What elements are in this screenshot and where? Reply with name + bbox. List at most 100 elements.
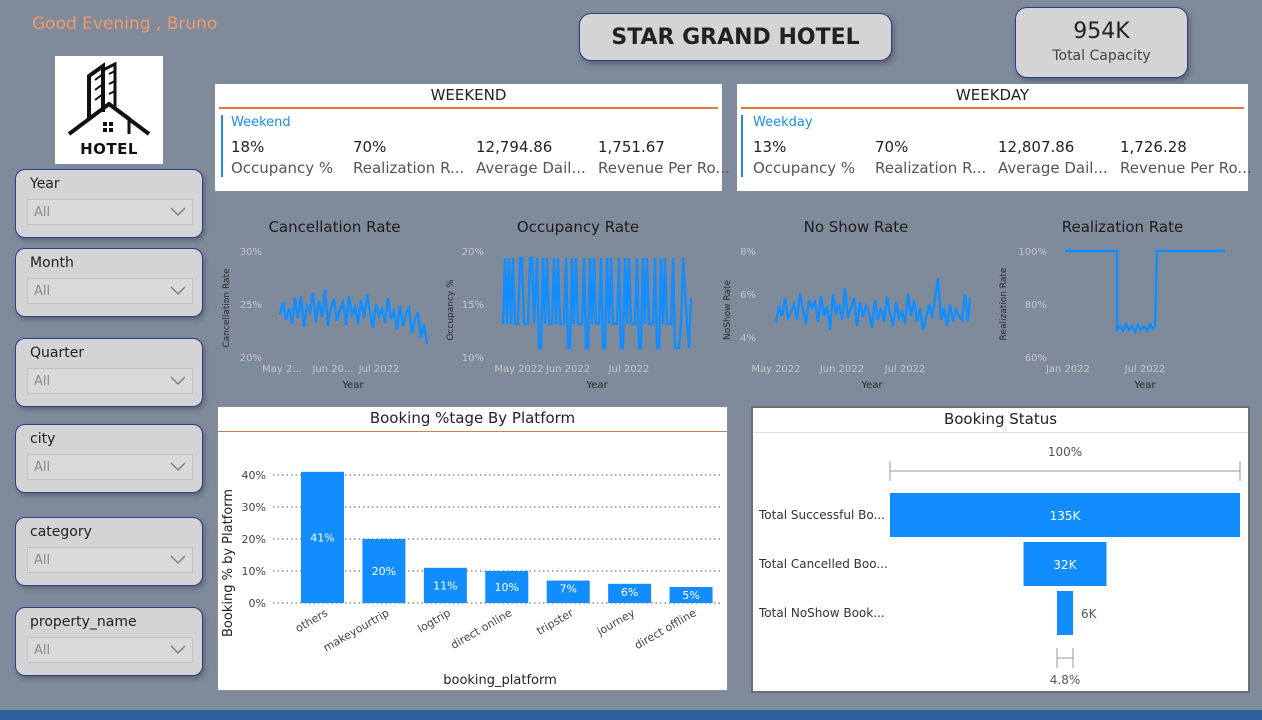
y-tick: 4%	[740, 333, 756, 344]
data-label: 6K	[1081, 607, 1098, 621]
y-tick: 8%	[740, 247, 756, 258]
y-axis-label: NoShow Rate	[723, 280, 733, 340]
year-dropdown[interactable]: All	[27, 199, 193, 225]
weekday-subtitle: Weekday	[753, 115, 813, 130]
weekday-header: WEEKDAY	[955, 86, 1030, 104]
accent-bar	[741, 115, 743, 177]
x-tick: direct online	[448, 606, 514, 652]
dropdown-value: All	[34, 284, 51, 299]
data-label: 5%	[682, 589, 699, 602]
chart-title: Occupancy Rate	[516, 218, 640, 236]
x-tick: Jun 2022	[545, 364, 590, 375]
kpi-value: 13%	[753, 138, 787, 156]
y-tick: 30%	[242, 501, 266, 514]
slicer-label: Quarter	[30, 345, 85, 361]
slicer-label: Year	[30, 176, 60, 192]
y-tick: 6%	[740, 290, 756, 301]
logo-text: HOTEL	[80, 140, 138, 158]
y-tick: 30%	[240, 247, 262, 258]
x-tick: May 2022	[494, 364, 543, 375]
panel-title: Booking %tage By Platform	[369, 409, 576, 427]
greeting-text: Good Evening , Bruno	[32, 14, 218, 34]
kpi-label: Revenue Per Ro...	[1120, 159, 1252, 177]
cancellation-rate-line	[278, 289, 429, 345]
category-label: Total Successful Bo...	[758, 508, 885, 522]
y-tick: 60%	[1025, 353, 1047, 364]
chart-title: Cancellation Rate	[268, 218, 401, 236]
x-axis-label: booking_platform	[443, 673, 557, 688]
month-dropdown[interactable]: All	[27, 278, 193, 304]
occupancy-rate-line	[501, 256, 693, 350]
property-name-dropdown[interactable]: All	[27, 637, 193, 663]
header-divider	[219, 107, 718, 109]
x-tick: makeyourtrip	[321, 606, 391, 654]
city-dropdown[interactable]: All	[27, 454, 193, 480]
slicer-city: city All	[15, 424, 203, 493]
x-tick: direct offline	[632, 606, 699, 652]
data-label: 7%	[559, 583, 576, 596]
panel-divider	[753, 432, 1248, 433]
chevron-down-icon	[170, 286, 186, 295]
kpi-value: 12,794.86	[476, 138, 553, 156]
data-label: 11%	[433, 579, 457, 592]
x-tick: others	[293, 606, 330, 635]
slicer-label: category	[30, 524, 92, 540]
no-show-rate-plot: NoShow Rate 8% 6% 4% May 2022 Jun 2022 J…	[723, 247, 972, 391]
booking-platform-bar-chart: 40% 30% 20% 10% 0% 41% 20% 11% 10% 7% 6% 5% others…	[221, 469, 723, 688]
y-axis-label: Cancellation Rate	[222, 268, 232, 348]
realization-rate-plot: Realization Rate 100% 80% 60% Jan 2022 J…	[999, 247, 1225, 391]
chevron-down-icon	[170, 462, 186, 471]
data-label: 135K	[1050, 509, 1082, 523]
category-dropdown[interactable]: All	[27, 547, 193, 573]
occupancy-rate-chart: Occupancy Rate Occupancy % 20% 15% 10% M…	[443, 218, 713, 394]
chevron-down-icon	[170, 207, 186, 216]
kpi-value: 18%	[231, 138, 265, 156]
chart-title: Realization Rate	[1061, 218, 1184, 236]
cancellation-rate-chart: Cancellation Rate Cancellation Rate 30% …	[222, 218, 447, 394]
x-tick: tripster	[534, 606, 576, 638]
title-text: STAR GRAND HOTEL	[611, 24, 860, 50]
x-axis-label: Year	[341, 380, 364, 391]
kpi-value: 70%	[353, 138, 387, 156]
y-tick: 10%	[242, 565, 266, 578]
funnel-bar[interactable]	[1057, 591, 1073, 635]
top-percent-label: 100%	[1048, 445, 1082, 459]
kpi-label: Realization R...	[875, 159, 987, 177]
dropdown-value: All	[34, 643, 51, 658]
realization-rate-chart: Realization Rate Realization Rate 100% 8…	[995, 218, 1250, 394]
quarter-dropdown[interactable]: All	[27, 368, 193, 394]
chart-title: No Show Rate	[803, 218, 909, 236]
dashboard-title: STAR GRAND HOTEL	[579, 13, 892, 61]
bottom-percent-label: 4.8%	[1050, 673, 1081, 687]
category-label: Total NoShow Book...	[758, 606, 885, 620]
x-tick: journey	[594, 606, 638, 639]
accent-bar	[221, 115, 223, 177]
kpi-value: 70%	[875, 138, 909, 156]
slicer-month: Month All	[15, 248, 203, 317]
dropdown-value: All	[34, 374, 51, 389]
weekday-kpi-card: WEEKDAY Weekday 13% 70% 12,807.86 1,726.…	[737, 84, 1252, 191]
x-tick: logtrip	[415, 606, 452, 635]
slicer-property-name: property_name All	[15, 607, 203, 676]
slicer-label: Month	[30, 255, 74, 271]
booking-status-funnel: 100% Total Successful Bo... 135K Total Can…	[758, 445, 1241, 687]
y-axis-label: Realization Rate	[999, 267, 1009, 340]
data-label: 10%	[495, 581, 519, 594]
hotel-logo: HOTEL	[55, 56, 163, 164]
x-tick: Jul 2022	[884, 364, 926, 375]
kpi-label: Average Dail...	[998, 159, 1108, 177]
y-tick: 40%	[242, 469, 266, 482]
y-tick: 100%	[1018, 247, 1047, 258]
y-tick: 25%	[240, 300, 262, 311]
x-tick: Jun 20...	[311, 364, 353, 375]
realization-rate-line	[1065, 249, 1225, 335]
x-tick: Jul 2022	[358, 364, 400, 375]
x-axis-label: Year	[1133, 380, 1156, 391]
y-tick: 0%	[249, 597, 266, 610]
dropdown-value: All	[34, 553, 51, 568]
y-axis-label: Booking % by Platform	[221, 489, 236, 637]
chevron-down-icon	[170, 376, 186, 385]
kpi-label: Average Dail...	[476, 159, 586, 177]
y-axis-label: Occupancy %	[446, 279, 456, 341]
bottom-bar	[0, 710, 1262, 720]
